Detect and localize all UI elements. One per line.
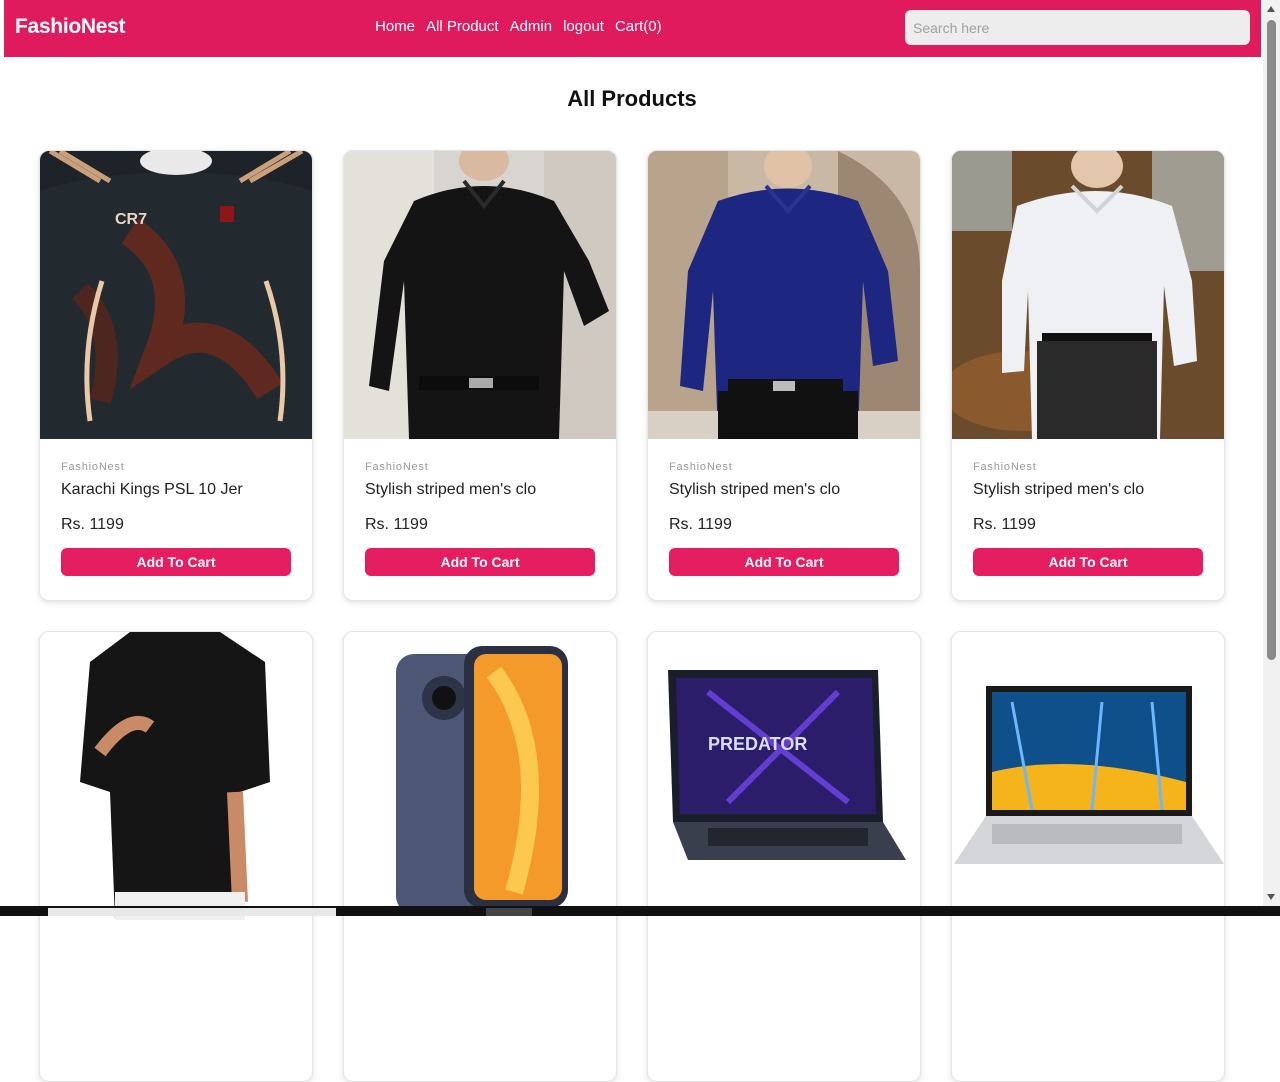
product-name[interactable]: Stylish striped men's clo: [669, 481, 899, 499]
product-card: [343, 631, 617, 1082]
navy-shirt-image[interactable]: [648, 151, 920, 439]
product-grid: CR7 FashioNest Karachi Kings PSL 10 Jer …: [39, 150, 1227, 1082]
white-shirt-image[interactable]: [952, 151, 1224, 439]
product-brand: FashioNest: [973, 461, 1037, 473]
product-card: CR7 FashioNest Karachi Kings PSL 10 Jer …: [39, 150, 313, 601]
nav-admin-link[interactable]: Admin: [510, 18, 553, 35]
add-to-cart-button[interactable]: Add To Cart: [61, 548, 291, 576]
nav-all-product-link[interactable]: All Product: [426, 18, 499, 35]
black-shirt-image[interactable]: [344, 151, 616, 439]
product-name[interactable]: Stylish striped men's clo: [973, 481, 1203, 499]
product-card: FashioNest Stylish striped men's clo Rs.…: [647, 150, 921, 601]
product-card: [951, 631, 1225, 1082]
black-short-sleeve-shirt-image[interactable]: [40, 632, 312, 920]
nav-cart-link[interactable]: Cart(0): [615, 18, 662, 35]
add-to-cart-button[interactable]: Add To Cart: [669, 548, 899, 576]
product-brand: FashioNest: [365, 461, 429, 473]
product-card: PREDATOR: [647, 631, 921, 1082]
dark-jersey-image[interactable]: CR7: [40, 151, 312, 439]
product-price: Rs. 1199: [973, 516, 1036, 533]
search-input[interactable]: [905, 10, 1250, 45]
svg-text:PREDATOR: PREDATOR: [708, 734, 807, 754]
phone-case-image[interactable]: [344, 632, 616, 920]
taskbar: [0, 906, 1280, 916]
nav-home-link[interactable]: Home: [375, 18, 415, 35]
product-price: Rs. 1199: [365, 516, 428, 533]
product-price: Rs. 1199: [669, 516, 732, 533]
product-name[interactable]: Stylish striped men's clo: [365, 481, 595, 499]
navbar: FashioNest Home All Product Admin logout…: [4, 0, 1261, 57]
page-title: All Products: [567, 86, 697, 111]
scroll-down-arrow-icon[interactable]: [1267, 894, 1275, 900]
scroll-thumb[interactable]: [1267, 20, 1276, 660]
taskbar-item[interactable]: [486, 908, 532, 916]
product-name[interactable]: Karachi Kings PSL 10 Jer: [61, 481, 291, 499]
product-price: Rs. 1199: [61, 516, 124, 533]
svg-text:CR7: CR7: [115, 211, 147, 228]
add-to-cart-button[interactable]: Add To Cart: [365, 548, 595, 576]
page-scrollbar[interactable]: [1263, 0, 1280, 906]
product-card: FashioNest Stylish striped men's clo Rs.…: [951, 150, 1225, 601]
product-brand: FashioNest: [61, 461, 125, 473]
predator-laptop-image[interactable]: PREDATOR: [648, 632, 920, 920]
scroll-up-arrow-icon[interactable]: [1267, 6, 1275, 12]
nav-links: Home All Product Admin logout Cart(0): [375, 18, 662, 35]
taskbar-item[interactable]: [48, 908, 336, 916]
product-brand: FashioNest: [669, 461, 733, 473]
silver-laptop-image[interactable]: [952, 632, 1224, 920]
add-to-cart-button[interactable]: Add To Cart: [973, 548, 1203, 576]
product-card: FashioNest Stylish striped men's clo Rs.…: [343, 150, 617, 601]
nav-logout-link[interactable]: logout: [563, 18, 604, 35]
brand-logo[interactable]: FashioNest: [15, 15, 126, 39]
product-card: [39, 631, 313, 1082]
